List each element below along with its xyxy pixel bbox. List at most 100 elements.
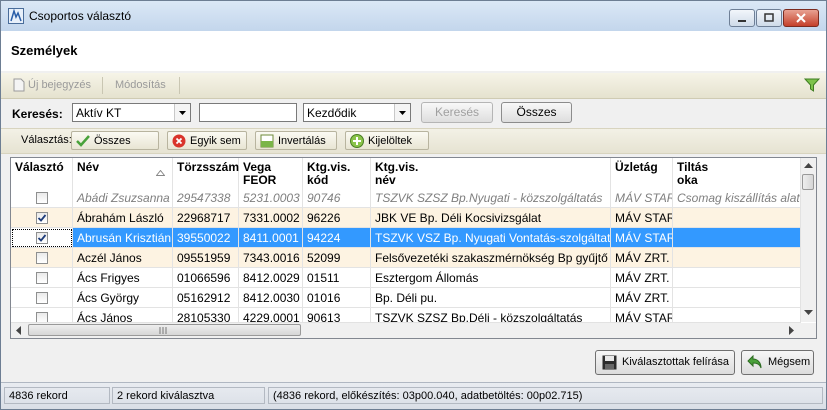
cell-branch: MÁV ZRT. (611, 248, 673, 268)
select-none-button[interactable]: Egyik sem (167, 131, 247, 150)
cell-select (11, 248, 73, 268)
cell-cost-name: TSZVK SZSZ Bp.Nyugati - közszolgáltatás (371, 188, 611, 208)
scroll-left-icon[interactable] (16, 326, 22, 335)
close-button[interactable] (783, 9, 819, 27)
table-row[interactable]: Ábrahám László 22968717 7331.0002 96226 JBK … (11, 208, 801, 228)
scroll-up-icon[interactable] (804, 163, 813, 169)
horizontal-scrollbar[interactable] (11, 322, 801, 338)
group-selector-window: Csoportos választó Személyek Új bejegyzé… (0, 0, 827, 410)
new-entry-button[interactable]: Új bejegyzés (28, 76, 91, 95)
scroll-right-icon[interactable] (789, 326, 795, 335)
search-button[interactable]: Keresés (421, 102, 493, 123)
search-field-value: Aktív KT (76, 106, 122, 120)
cell-branch: MÁV START (611, 188, 673, 208)
scroll-down-icon[interactable] (804, 310, 813, 316)
horizontal-scroll-thumb[interactable] (28, 324, 301, 336)
search-input[interactable] (199, 103, 297, 122)
cell-select (11, 208, 73, 228)
selection-toolbar: Választás: Összes Egyik sem Invertálás K… (1, 128, 826, 154)
page-title: Személyek (11, 43, 78, 58)
cell-feor: 8412.0029 (239, 268, 303, 288)
add-circle-icon (350, 134, 364, 148)
checkmark-icon (37, 234, 47, 242)
window-title: Csoportos választó (29, 9, 132, 23)
row-checkbox[interactable] (36, 292, 48, 304)
cell-name: Abrusán Krisztián (73, 228, 173, 248)
invert-icon (260, 134, 274, 148)
maximize-icon (764, 13, 774, 22)
edit-button[interactable]: Módosítás (115, 76, 166, 95)
cancel-label: Mégsem (768, 356, 811, 368)
cell-select (11, 228, 73, 248)
cell-id: 22968717 (173, 208, 239, 228)
title-bar: Csoportos választó (1, 1, 826, 31)
cell-cost-code: 52099 (303, 248, 371, 268)
status-bar: 4836 rekord 2 rekord kiválasztva (4836 r… (1, 382, 826, 409)
cell-id: 39550022 (173, 228, 239, 248)
cell-name: Ábrahám László (73, 208, 173, 228)
column-header-reason[interactable]: Tiltás oka (673, 158, 801, 188)
checkmark-icon (76, 135, 90, 147)
persons-grid: Választó Név Törzsszám Vega FEOR Ktg.vis.… (10, 157, 817, 339)
column-header-branch[interactable]: Üzletág (611, 158, 673, 188)
cell-select (11, 188, 73, 208)
cell-id: 05162912 (173, 288, 239, 308)
table-row[interactable]: Abrusán Krisztián 39550022 8411.0001 94224 T… (11, 228, 801, 248)
header-area: Személyek (1, 31, 826, 71)
vertical-scroll-thumb[interactable] (802, 174, 814, 190)
table-row[interactable]: Abádi Zsuzsanna 29547338 5231.0003 90746 TSZ… (11, 188, 801, 208)
row-checkbox[interactable] (36, 232, 48, 244)
column-header-cost-name[interactable]: Ktg.vis. név (371, 158, 611, 188)
table-row[interactable]: Ács Frigyes 01066596 8412.0029 01511 Eszterg… (11, 268, 801, 288)
search-field-select[interactable]: Aktív KT (72, 103, 191, 122)
cancel-button[interactable]: Mégsem (741, 350, 814, 375)
filter-icon[interactable] (804, 77, 820, 93)
save-icon (602, 355, 617, 370)
cell-select (11, 268, 73, 288)
grip-icon (159, 327, 167, 334)
toolbar-separator (179, 77, 180, 94)
search-mode-select[interactable]: Kezdődik (303, 103, 411, 122)
cell-reason (673, 288, 801, 308)
cell-reason (673, 248, 801, 268)
toolbar: Új bejegyzés Módosítás (1, 73, 826, 99)
status-record-count: 4836 rekord (4, 387, 110, 404)
select-all-label: Összes (94, 135, 131, 147)
minimize-icon (738, 20, 746, 22)
scroll-corner (801, 323, 816, 338)
row-checkbox[interactable] (36, 252, 48, 264)
cell-cost-name: JBK VE Bp. Déli Kocsivizsgálat (371, 208, 611, 228)
column-header-feor[interactable]: Vega FEOR (239, 158, 303, 188)
save-selected-button[interactable]: Kiválasztottak felírása (595, 350, 735, 375)
column-header-name[interactable]: Név (73, 158, 173, 188)
cell-branch: MÁV ZRT. (611, 268, 673, 288)
maximize-button[interactable] (756, 9, 782, 27)
cell-reason (673, 228, 801, 248)
select-all-button[interactable]: Összes (71, 131, 159, 150)
show-selected-label: Kijelöltek (368, 135, 413, 147)
vertical-scrollbar[interactable] (800, 158, 816, 322)
column-header-select[interactable]: Választó (11, 158, 73, 188)
cell-id: 09551959 (173, 248, 239, 268)
table-row[interactable]: Ács György 05162912 8412.0030 01016 Bp. Déli… (11, 288, 801, 308)
toolbar-separator (102, 77, 103, 94)
cell-cost-code: 01511 (303, 268, 371, 288)
row-checkbox[interactable] (36, 192, 48, 204)
row-checkbox[interactable] (36, 212, 48, 224)
show-all-button[interactable]: Összes (501, 102, 572, 123)
cell-id: 01066596 (173, 268, 239, 288)
cancel-icon (172, 134, 186, 148)
column-header-id[interactable]: Törzsszám (173, 158, 239, 188)
cell-feor: 8411.0001 (239, 228, 303, 248)
selection-label: Választás: (21, 134, 72, 146)
cell-name: Ács Frigyes (73, 268, 173, 288)
row-checkbox[interactable] (36, 272, 48, 284)
select-none-label: Egyik sem (190, 135, 241, 147)
cell-branch: MÁV ZRT. (611, 288, 673, 308)
invert-selection-button[interactable]: Invertálás (255, 131, 337, 150)
sort-ascending-icon (156, 170, 165, 176)
column-header-cost-code[interactable]: Ktg.vis. kód (303, 158, 371, 188)
show-selected-button[interactable]: Kijelöltek (345, 131, 429, 150)
minimize-button[interactable] (729, 9, 755, 27)
table-row[interactable]: Aczél János 09551959 7343.0016 52099 Felsőve… (11, 248, 801, 268)
